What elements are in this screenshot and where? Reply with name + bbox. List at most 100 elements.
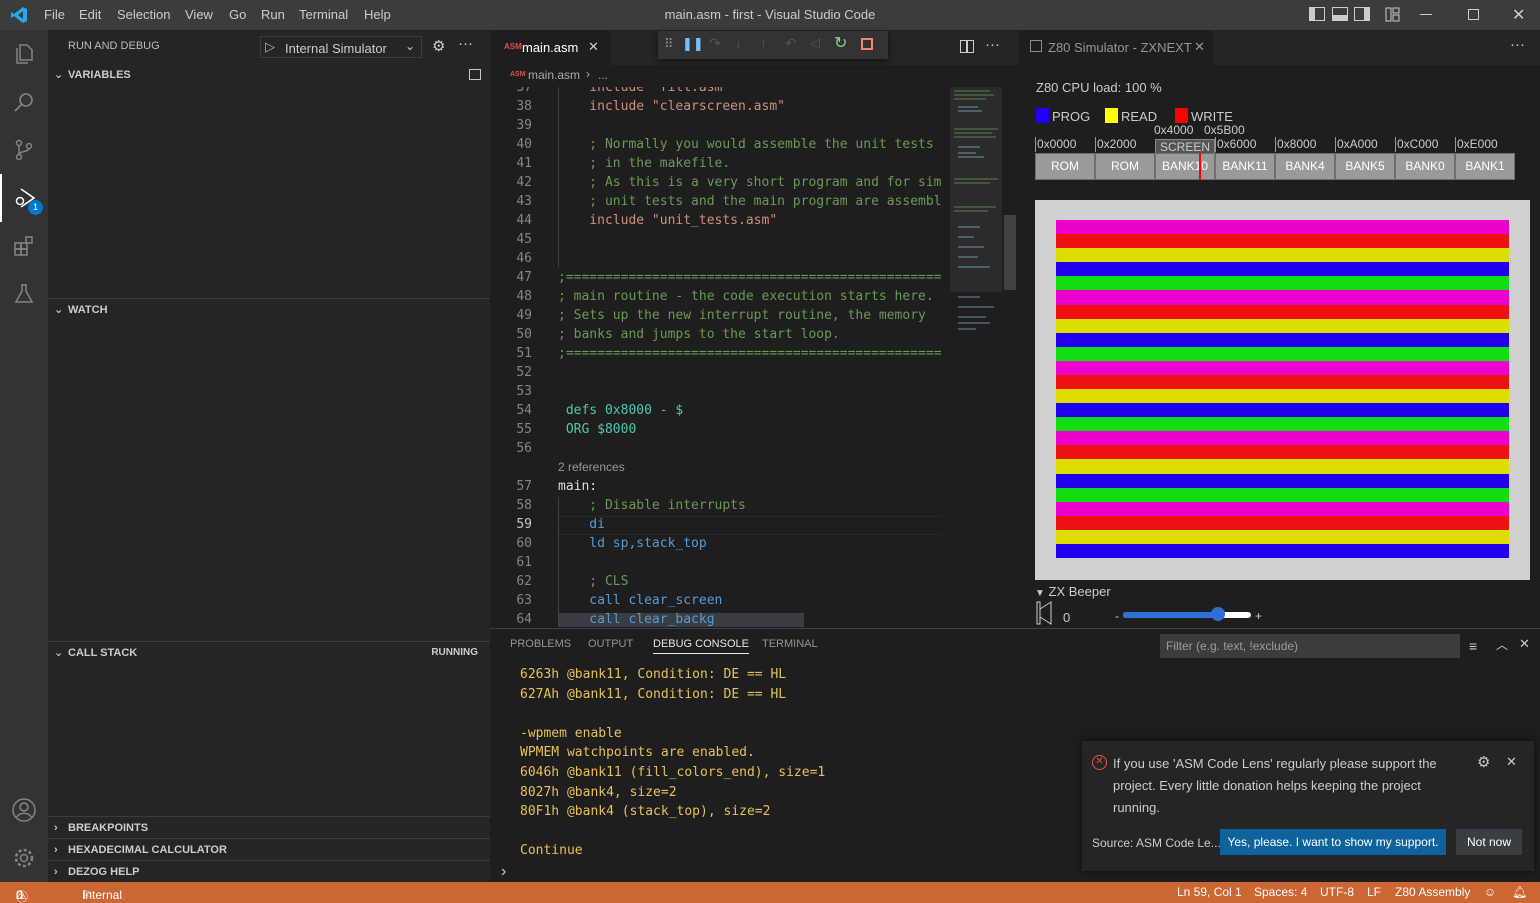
- console-input-chevron-icon[interactable]: ›: [501, 863, 506, 881]
- editor-more-actions-icon[interactable]: ···: [985, 36, 1000, 53]
- menu-run[interactable]: Run: [261, 7, 285, 22]
- split-editor-icon[interactable]: [960, 40, 974, 53]
- code-line[interactable]: 58 ; Disable interrupts: [490, 496, 942, 515]
- hex-calculator-section-header[interactable]: › HEXADECIMAL CALCULATOR: [48, 839, 490, 861]
- panel-tab-debug-console[interactable]: DEBUG CONSOLE: [653, 638, 749, 654]
- feedback-icon[interactable]: ☺: [1484, 885, 1496, 899]
- debug-console-output[interactable]: 6263h @bank11, Condition: DE == HL 627Ah …: [520, 667, 1080, 863]
- chevron-down-icon[interactable]: ⌄: [405, 39, 415, 53]
- explorer-icon[interactable]: [0, 30, 48, 78]
- watch-section-header[interactable]: ⌄ WATCH: [48, 299, 490, 321]
- debug-config-select[interactable]: ▷ Internal Simulator ⌄: [260, 36, 422, 58]
- collapse-all-icon[interactable]: [469, 69, 481, 80]
- code-line[interactable]: 57 main:: [490, 477, 942, 496]
- toggle-secondary-sidebar-icon[interactable]: [1354, 7, 1370, 21]
- editor-scrollbar-thumb[interactable]: [1004, 215, 1016, 290]
- menu-edit[interactable]: Edit: [79, 7, 101, 22]
- testing-flask-icon[interactable]: [0, 270, 48, 318]
- menu-go[interactable]: Go: [229, 7, 246, 22]
- code-line[interactable]: 64 call clear_backg: [490, 610, 942, 627]
- panel-tab-problems[interactable]: PROBLEMS: [510, 638, 571, 650]
- tab-main-asm[interactable]: ASM main.asm ✕: [490, 30, 610, 65]
- code-line[interactable]: 47 ;=====================================…: [490, 268, 942, 287]
- code-line[interactable]: 60 ld sp,stack_top: [490, 534, 942, 553]
- code-line[interactable]: 49 ; Sets up the new interrupt routine, t…: [490, 306, 942, 325]
- code-line[interactable]: 61: [490, 553, 942, 572]
- breakpoints-section-header[interactable]: › BREAKPOINTS: [48, 817, 490, 839]
- stop-icon[interactable]: [861, 38, 873, 50]
- volume-slider-thumb[interactable]: [1210, 607, 1225, 621]
- menu-selection[interactable]: Selection: [117, 7, 170, 22]
- code-line[interactable]: 54 defs 0x8000 - $: [490, 401, 942, 420]
- code-line[interactable]: 44 include "unit_tests.asm": [490, 211, 942, 230]
- start-debug-play-icon[interactable]: ▷: [265, 39, 275, 55]
- dezog-help-section-header[interactable]: › DEZOG HELP: [48, 861, 490, 883]
- panel-tab-terminal[interactable]: TERMINAL: [762, 638, 818, 650]
- menu-help[interactable]: Help: [364, 7, 391, 22]
- code-line[interactable]: 42 ; As this is a very short program and…: [490, 173, 942, 192]
- code-line[interactable]: 50 ; banks and jumps to the start loop.: [490, 325, 942, 344]
- encoding[interactable]: UTF-8: [1320, 885, 1354, 899]
- code-line[interactable]: 39: [490, 116, 942, 135]
- code-line[interactable]: 38 include "clearscreen.asm": [490, 97, 942, 116]
- code-line[interactable]: 37 include "fill.asm": [490, 87, 942, 97]
- clear-console-icon[interactable]: ≡: [1469, 638, 1477, 654]
- source-control-icon[interactable]: [0, 126, 48, 174]
- close-window-icon[interactable]: ✕: [1512, 5, 1525, 25]
- tab-z80-simulator[interactable]: Z80 Simulator - ZXNEXT ✕: [1018, 30, 1213, 65]
- notifications-bell-icon[interactable]: 🔔︎: [1512, 885, 1527, 899]
- notification-settings-gear-icon[interactable]: ⚙: [1477, 753, 1490, 771]
- close-tab-icon[interactable]: ✕: [588, 39, 599, 55]
- codelens-references[interactable]: 2 references: [558, 460, 625, 474]
- run-debug-icon[interactable]: 1: [0, 174, 48, 222]
- minimize-icon[interactable]: [1420, 14, 1432, 15]
- customize-layout-icon[interactable]: [1385, 7, 1400, 22]
- code-line[interactable]: 52: [490, 363, 942, 382]
- minimap[interactable]: [950, 87, 1006, 337]
- zx-beeper-header[interactable]: ▼ ZX Beeper: [1035, 584, 1111, 599]
- toggle-panel-icon[interactable]: [1332, 7, 1348, 21]
- panel-tab-output[interactable]: OUTPUT: [588, 638, 633, 650]
- code-editor[interactable]: 2 references 37 include "fill.asm" 38 inc…: [490, 87, 942, 627]
- code-line[interactable]: 63 call clear_screen: [490, 591, 942, 610]
- end-of-line[interactable]: LF: [1367, 885, 1381, 899]
- more-actions-icon[interactable]: ···: [458, 35, 473, 52]
- code-line[interactable]: 46: [490, 249, 942, 268]
- settings-gear-icon[interactable]: [0, 834, 48, 882]
- console-filter-input[interactable]: Filter (e.g. text, !exclude): [1160, 634, 1460, 658]
- drag-handle-icon[interactable]: ⠿: [664, 36, 674, 52]
- code-line[interactable]: 40 ; Normally you would assemble the uni…: [490, 135, 942, 154]
- support-button[interactable]: Yes, please. I want to show my support.: [1220, 829, 1446, 855]
- indentation[interactable]: Spaces: 4: [1254, 885, 1307, 899]
- simulator-more-actions-icon[interactable]: ···: [1510, 36, 1525, 53]
- code-line[interactable]: 62 ; CLS: [490, 572, 942, 591]
- restart-icon[interactable]: ↻: [834, 33, 847, 53]
- close-panel-icon[interactable]: ✕: [1519, 636, 1530, 652]
- debug-settings-gear-icon[interactable]: ⚙: [432, 37, 445, 55]
- code-line[interactable]: 55 ORG $8000: [490, 420, 942, 439]
- code-line[interactable]: 51 ;=====================================…: [490, 344, 942, 363]
- accounts-icon[interactable]: [0, 786, 48, 834]
- code-line[interactable]: 45: [490, 230, 942, 249]
- variables-section-header[interactable]: ⌄ VARIABLES: [48, 64, 490, 86]
- code-line[interactable]: 59 di: [490, 515, 942, 534]
- code-line[interactable]: 48 ; main routine - the code execution st…: [490, 287, 942, 306]
- code-line[interactable]: 56: [490, 439, 942, 458]
- menu-file[interactable]: File: [44, 7, 65, 22]
- breadcrumb-file[interactable]: main.asm: [528, 68, 580, 82]
- menu-terminal[interactable]: Terminal: [299, 7, 348, 22]
- menu-view[interactable]: View: [185, 7, 213, 22]
- close-notification-icon[interactable]: ✕: [1506, 754, 1517, 770]
- breadcrumb-symbol[interactable]: ...: [598, 68, 608, 82]
- code-line[interactable]: 41 ; in the makefile.: [490, 154, 942, 173]
- call-stack-section-header[interactable]: ⌄ CALL STACK RUNNING: [48, 642, 490, 664]
- maximize-panel-icon[interactable]: ︿: [1496, 636, 1508, 653]
- not-now-button[interactable]: Not now: [1456, 829, 1522, 855]
- volume-slider[interactable]: [1123, 607, 1251, 621]
- extensions-icon[interactable]: [0, 222, 48, 270]
- search-icon[interactable]: [0, 78, 48, 126]
- maximize-icon[interactable]: [1468, 9, 1479, 20]
- code-line[interactable]: 53: [490, 382, 942, 401]
- close-tab-icon[interactable]: ✕: [1194, 39, 1205, 55]
- code-line[interactable]: 43 ; unit tests and the main program are…: [490, 192, 942, 211]
